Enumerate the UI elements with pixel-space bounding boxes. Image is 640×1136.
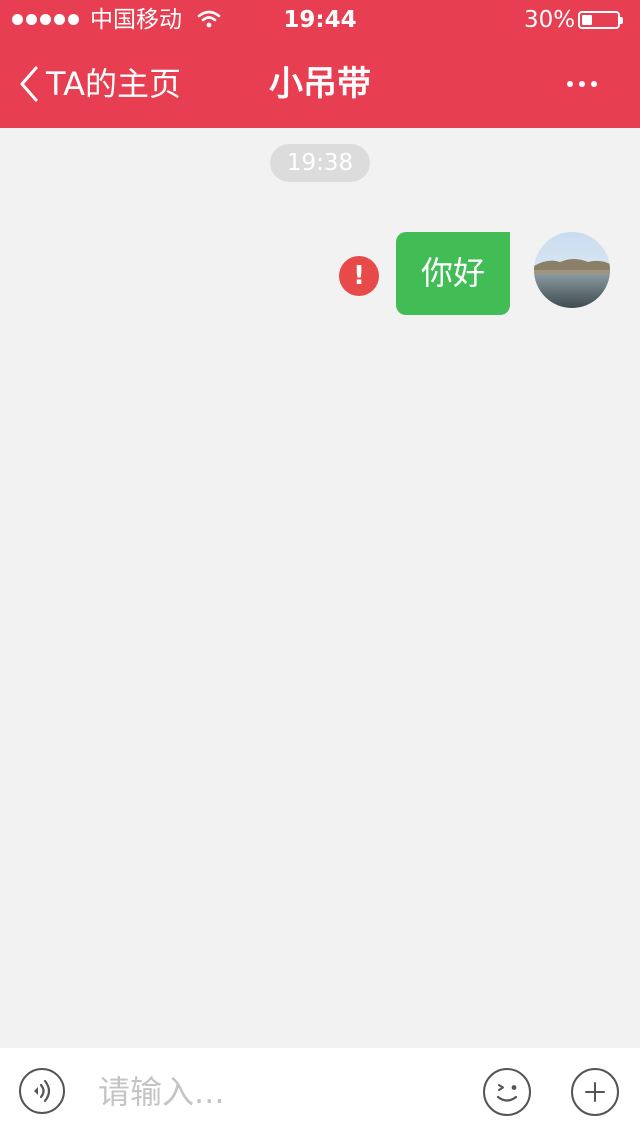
avatar-image — [534, 232, 610, 308]
plus-icon — [585, 1082, 605, 1102]
chat-area[interactable]: 19:38 ! 你好 — [0, 128, 640, 1048]
chat-timestamp: 19:38 — [270, 144, 370, 182]
battery-fill — [582, 15, 593, 25]
back-button[interactable]: TA的主页 — [18, 62, 181, 106]
emoji-icon — [496, 1084, 518, 1102]
plus-button[interactable] — [571, 1068, 619, 1116]
status-bar: 中国移动 19:44 30% — [0, 0, 640, 40]
emoji-button[interactable] — [483, 1068, 531, 1116]
voice-icon — [34, 1079, 51, 1103]
more-dots-icon — [591, 81, 597, 87]
avatar[interactable] — [534, 232, 610, 308]
more-dots-icon — [567, 81, 573, 87]
message-input[interactable] — [98, 1066, 458, 1118]
more-button[interactable] — [558, 70, 606, 98]
header: 中国移动 19:44 30% TA的主页 小吊带 — [0, 0, 640, 128]
send-failed-icon[interactable]: ! — [339, 256, 379, 296]
chevron-left-icon — [20, 66, 38, 102]
chat-title: 小吊带 — [269, 64, 371, 104]
message-row: ! 你好 — [0, 232, 640, 316]
input-bar — [0, 1048, 640, 1136]
battery-icon — [578, 11, 623, 29]
nav-bar: TA的主页 小吊带 — [0, 40, 640, 128]
voice-button[interactable] — [19, 1068, 65, 1114]
message-bubble[interactable]: 你好 — [396, 232, 510, 315]
battery-percent: 30% — [524, 7, 576, 33]
more-dots-icon — [579, 81, 585, 87]
back-label: TA的主页 — [46, 65, 181, 103]
